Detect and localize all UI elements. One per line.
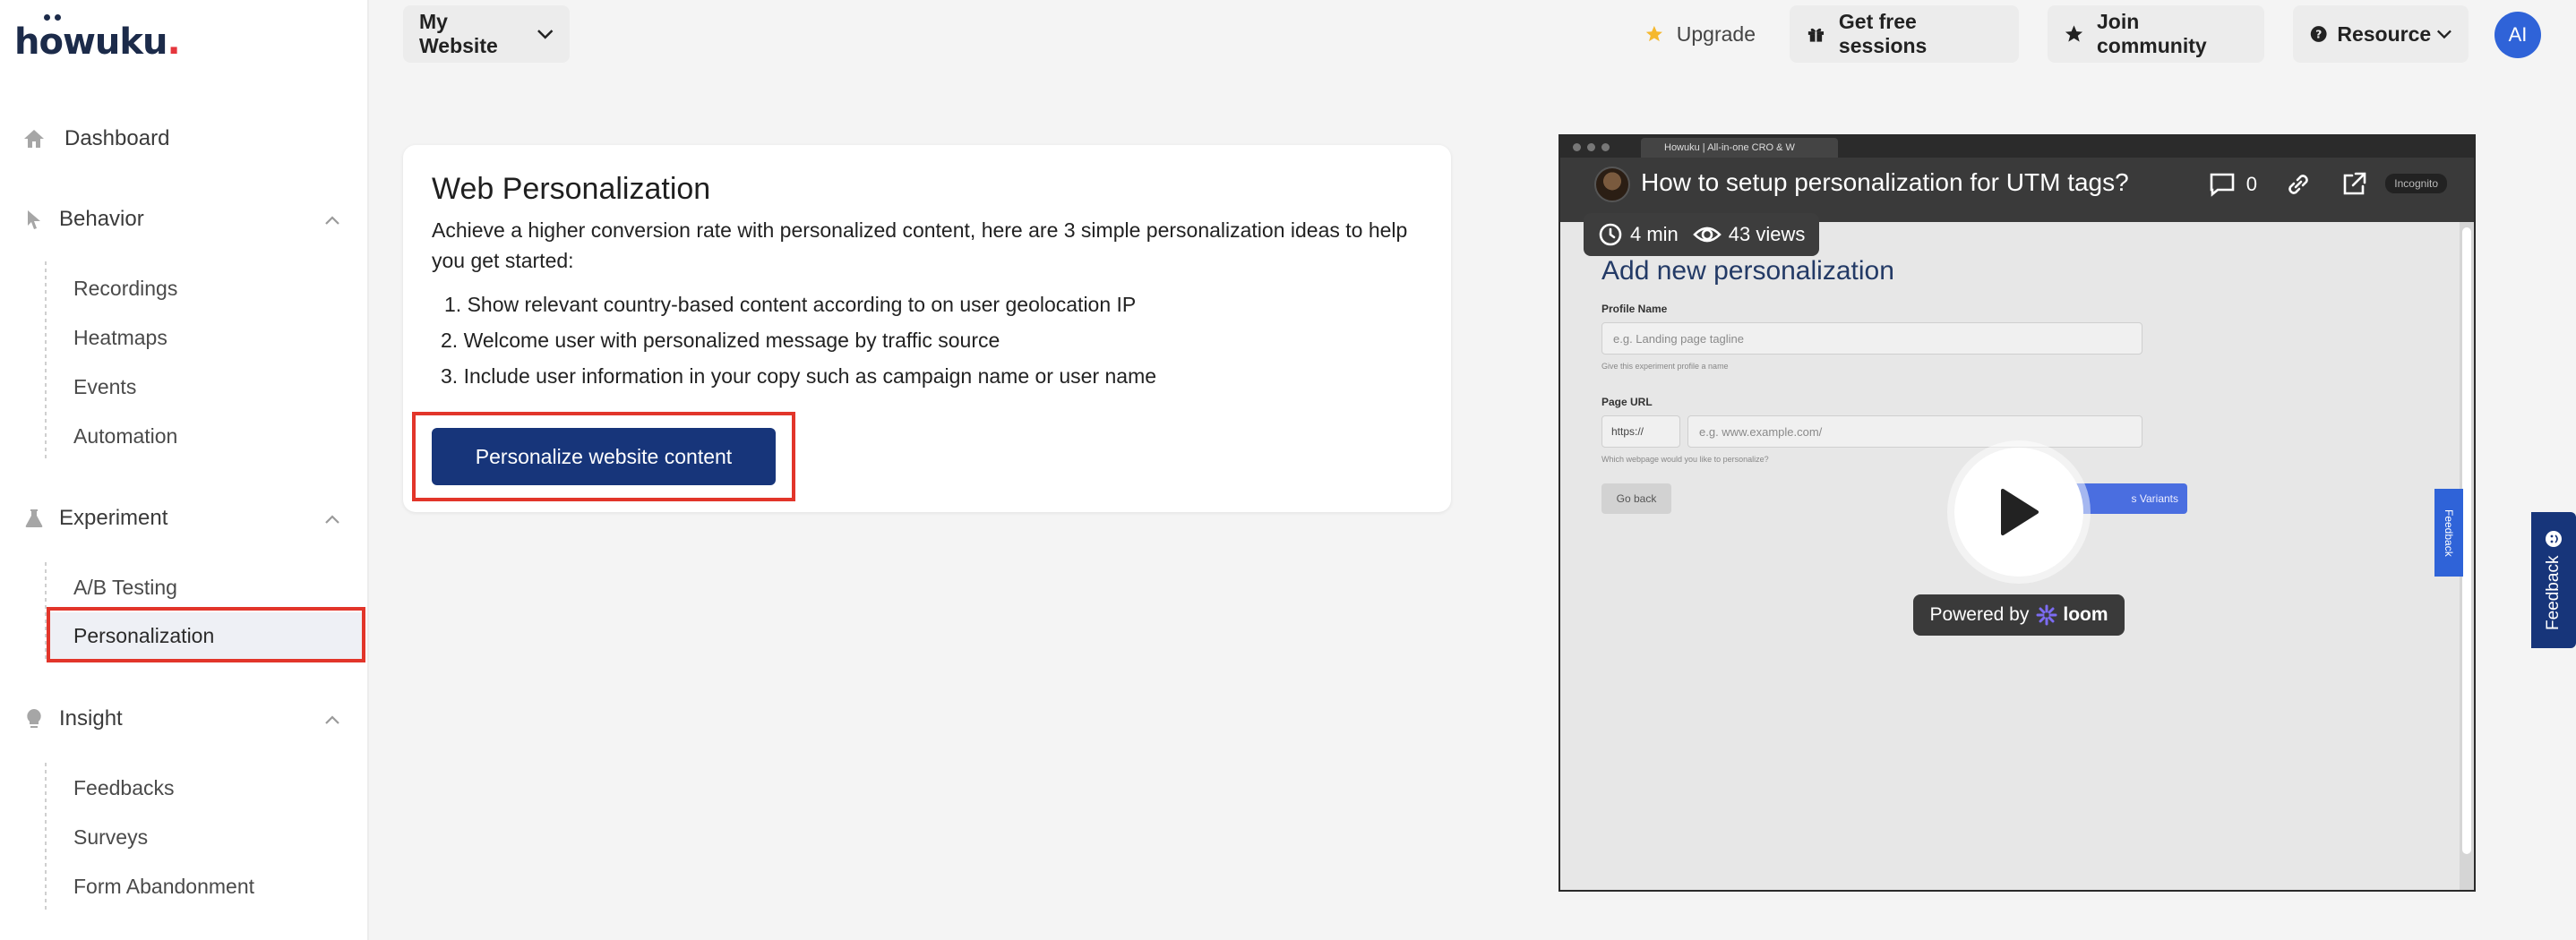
resource-label: Resource bbox=[2337, 21, 2432, 46]
join-community-label: Join community bbox=[2097, 10, 2207, 57]
sidebar-item-automation[interactable]: Automation bbox=[48, 413, 364, 459]
sidebar-group-label: Insight bbox=[59, 706, 123, 731]
divider bbox=[45, 562, 47, 661]
sidebar-item-feedbacks[interactable]: Feedbacks bbox=[48, 765, 364, 811]
video-actions: 0 bbox=[2209, 161, 2368, 208]
video-title[interactable]: How to setup personalization for UTM tag… bbox=[1641, 168, 2129, 197]
sidebar-group-experiment[interactable]: Experiment bbox=[0, 496, 369, 541]
list-item: 3. Include user information in your copy… bbox=[441, 364, 1157, 388]
sidebar: h o wuku. Dashboard Behavior Recordings He… bbox=[0, 0, 369, 940]
video-views: 43 views bbox=[1728, 223, 1806, 245]
website-selector[interactable]: My Website bbox=[403, 5, 570, 63]
presenter-avatar bbox=[1594, 167, 1630, 202]
clock-icon bbox=[1599, 223, 1622, 246]
smiley-icon bbox=[2546, 531, 2562, 548]
lightbulb-icon bbox=[21, 706, 47, 731]
chevron-up-icon[interactable] bbox=[324, 506, 340, 531]
comments-button[interactable]: 0 bbox=[2209, 172, 2257, 197]
chevron-down-icon bbox=[2437, 30, 2452, 39]
feedback-tab-in-video: Feedback bbox=[2434, 489, 2463, 577]
comment-icon bbox=[2210, 173, 2235, 197]
browser-tab-title: Howuku | All-in-one CRO & W bbox=[1641, 138, 1838, 158]
sidebar-item-heatmaps[interactable]: Heatmaps bbox=[48, 314, 364, 361]
go-back-button: Go back bbox=[1601, 483, 1671, 514]
chevron-up-icon[interactable] bbox=[324, 706, 340, 731]
tutorial-video[interactable]: Howuku | All-in-one CRO & W How to setup… bbox=[1558, 134, 2476, 892]
powered-by-label: Powered by bbox=[1929, 604, 2030, 625]
get-free-sessions-button[interactable]: Get free sessions bbox=[1790, 5, 2019, 63]
loom-logo-icon bbox=[2036, 604, 2057, 626]
video-duration: 4 min bbox=[1630, 223, 1679, 245]
play-icon bbox=[2001, 489, 2039, 535]
sidebar-item-recordings[interactable]: Recordings bbox=[48, 265, 364, 312]
user-avatar[interactable]: AI bbox=[2494, 12, 2541, 58]
upgrade-button[interactable]: Upgrade bbox=[1628, 5, 1772, 63]
chevron-up-icon[interactable] bbox=[324, 207, 340, 232]
sidebar-group-label: Experiment bbox=[59, 506, 168, 530]
page-url-label: Page URL bbox=[1601, 396, 1653, 408]
page-url-field: e.g. www.example.com/ bbox=[1687, 415, 2142, 448]
web-personalization-card: Web Personalization Achieve a higher con… bbox=[403, 145, 1451, 512]
sidebar-item-events[interactable]: Events bbox=[48, 363, 364, 410]
gift-icon bbox=[1807, 28, 1825, 42]
powered-by-loom[interactable]: Powered by loom bbox=[1913, 594, 2125, 636]
play-button[interactable] bbox=[1954, 448, 2083, 577]
card-description: Achieve a higher conversion rate with pe… bbox=[432, 218, 1408, 272]
sidebar-item-surveys[interactable]: Surveys bbox=[48, 814, 364, 860]
sidebar-item-label: Dashboard bbox=[64, 126, 170, 150]
profile-name-field: e.g. Landing page tagline bbox=[1601, 322, 2142, 355]
svg-text:?: ? bbox=[2315, 27, 2322, 40]
sidebar-item-ab-testing[interactable]: A/B Testing bbox=[48, 564, 364, 611]
divider bbox=[45, 261, 47, 458]
sidebar-group-insight[interactable]: Insight bbox=[0, 696, 369, 741]
profile-hint: Give this experiment profile a name bbox=[1601, 362, 1729, 371]
loom-logo: loom bbox=[2036, 604, 2108, 626]
star-icon bbox=[1645, 25, 1662, 42]
video-meta: 4 min 43 views bbox=[1584, 213, 1820, 256]
sidebar-group-label: Behavior bbox=[59, 207, 144, 231]
video-header: Howuku | All-in-one CRO & W How to setup… bbox=[1560, 136, 2474, 222]
ideas-list: 1. Show relevant country-based content a… bbox=[432, 286, 1156, 394]
sidebar-item-dashboard[interactable]: Dashboard bbox=[0, 116, 369, 161]
feedback-tab[interactable]: Feedback bbox=[2531, 512, 2576, 648]
divider bbox=[45, 763, 47, 911]
sidebar-item-form-abandonment[interactable]: Form Abandonment bbox=[48, 863, 364, 910]
help-circle-icon: ? bbox=[2310, 26, 2327, 42]
home-icon bbox=[21, 126, 47, 151]
upgrade-label: Upgrade bbox=[1676, 21, 1756, 46]
external-link-icon[interactable] bbox=[2340, 170, 2368, 199]
cursor-icon bbox=[21, 207, 47, 232]
howuku-logo[interactable]: h o wuku. bbox=[14, 14, 181, 64]
join-community-button[interactable]: Join community bbox=[2048, 5, 2264, 63]
link-icon[interactable] bbox=[2284, 170, 2313, 199]
incognito-badge: Incognito bbox=[2385, 174, 2447, 193]
sidebar-item-personalization[interactable]: Personalization bbox=[48, 612, 364, 659]
profile-name-label: Profile Name bbox=[1601, 303, 1668, 315]
browser-tab-strip: Howuku | All-in-one CRO & W bbox=[1560, 136, 2474, 158]
list-item: 1. Show relevant country-based content a… bbox=[444, 293, 1137, 316]
page-url-hint: Which webpage would you like to personal… bbox=[1601, 455, 1769, 464]
resource-dropdown[interactable]: ? Resource bbox=[2293, 5, 2469, 63]
star-icon bbox=[2065, 25, 2083, 42]
loom-wordmark: loom bbox=[2063, 604, 2108, 625]
form-heading: Add new personalization bbox=[1601, 256, 1894, 286]
personalize-website-content-button[interactable]: Personalize website content bbox=[432, 428, 776, 485]
website-selector-label: My Website bbox=[419, 10, 498, 57]
list-item: 2. Welcome user with personalized messag… bbox=[441, 329, 1000, 352]
feedback-tab-label: Feedback bbox=[2544, 555, 2563, 630]
protocol-select: https:// bbox=[1601, 415, 1680, 448]
flask-icon bbox=[21, 506, 47, 531]
chevron-down-icon bbox=[537, 30, 553, 39]
eye-icon bbox=[1692, 226, 1722, 243]
sidebar-group-behavior[interactable]: Behavior bbox=[0, 197, 369, 242]
comment-count: 0 bbox=[2245, 173, 2257, 195]
free-sessions-label: Get free sessions bbox=[1838, 10, 1928, 57]
card-title: Web Personalization bbox=[432, 172, 711, 206]
